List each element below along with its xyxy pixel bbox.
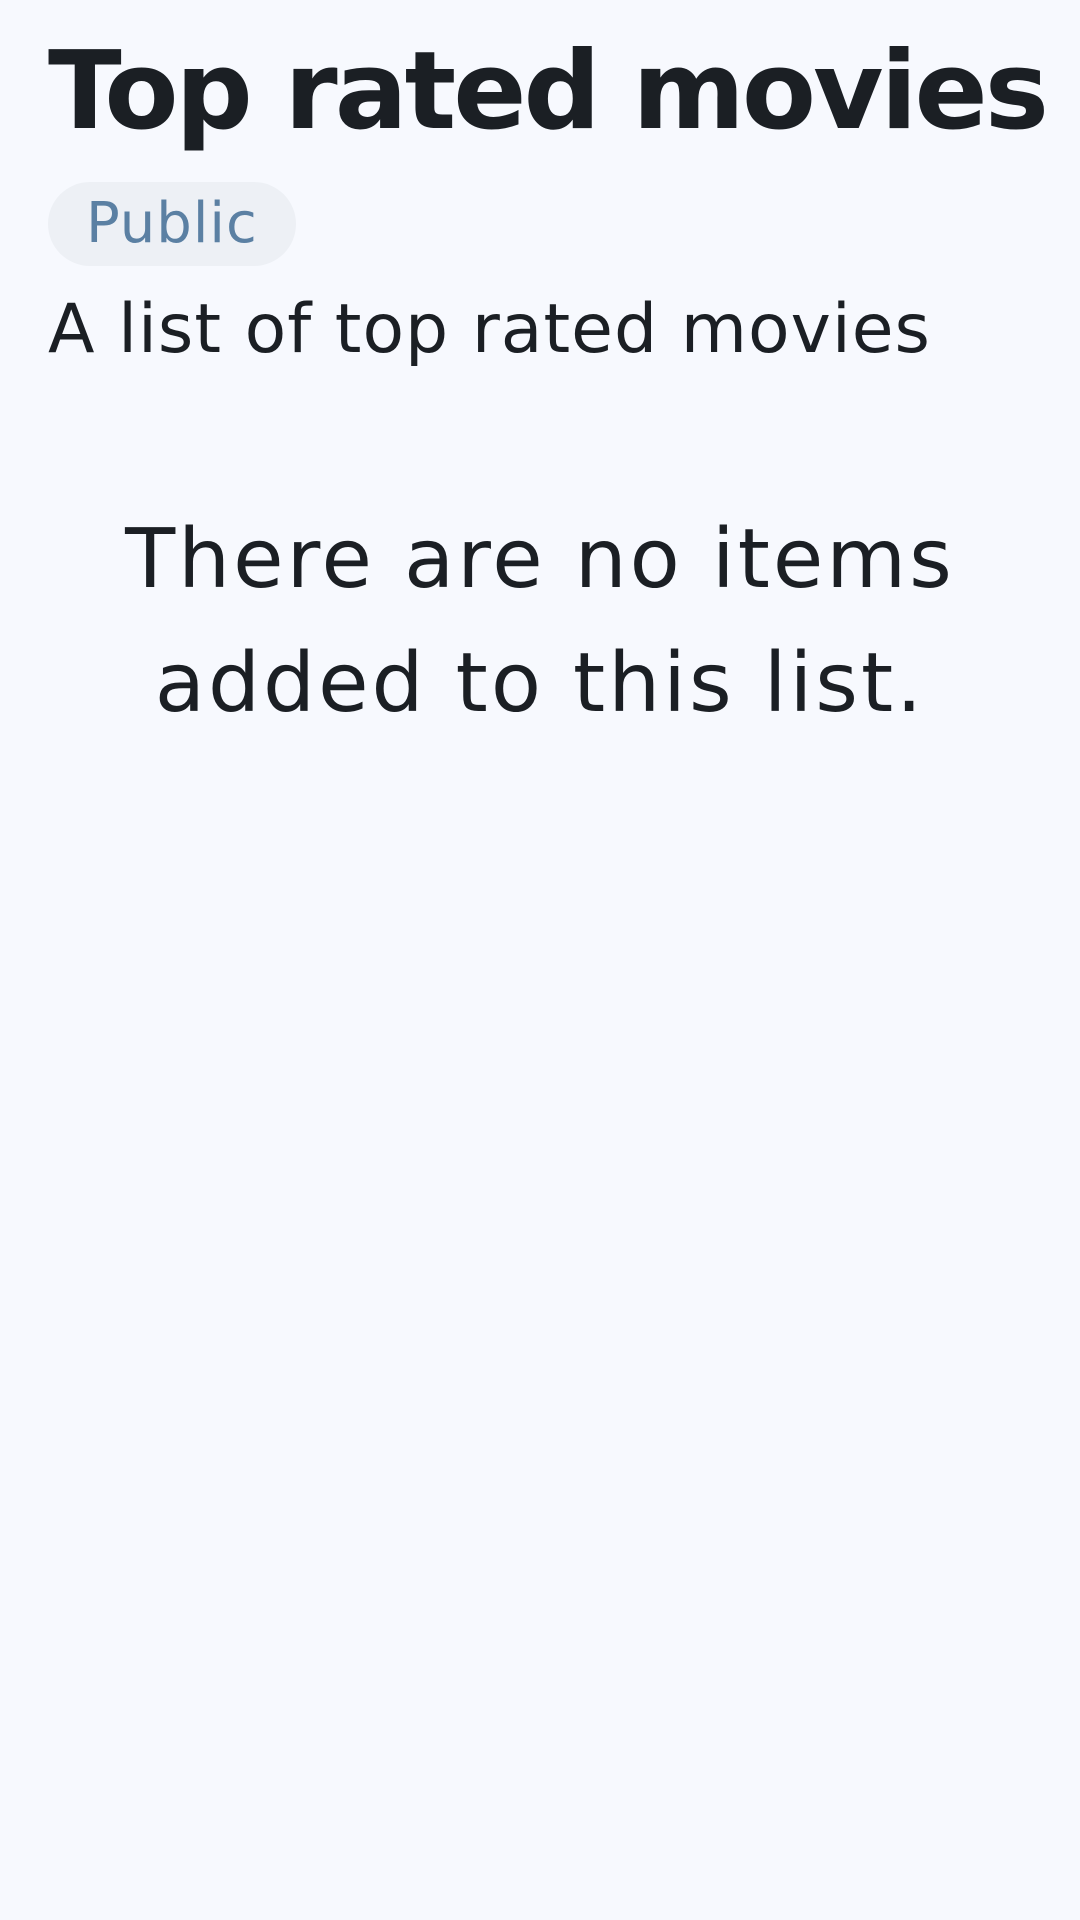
empty-state-message: There are no items added to this list.: [48, 498, 1032, 746]
empty-state-line-2: added to this list.: [154, 636, 926, 731]
list-title: Top rated movies: [48, 29, 1049, 154]
empty-state-line-1: There are no items: [125, 512, 955, 607]
visibility-badge: Public: [48, 182, 296, 266]
list-detail-page: Top rated movies Public A list of top ra…: [0, 0, 1080, 1920]
list-description: A list of top rated movies: [48, 290, 931, 369]
